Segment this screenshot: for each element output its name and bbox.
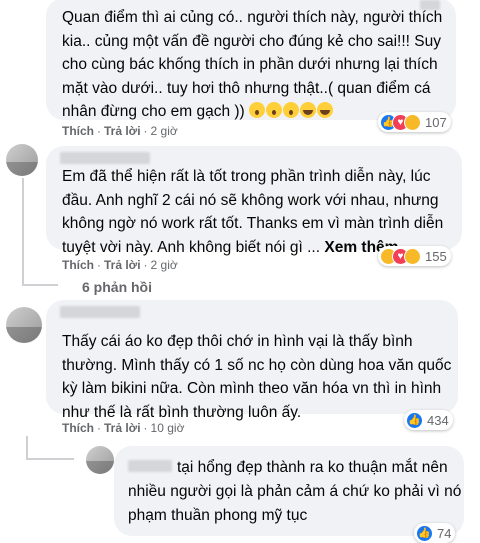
commenter-name-redacted (60, 306, 140, 318)
reaction-summary[interactable]: 👍 434 (404, 410, 453, 430)
like-action[interactable]: Thích (62, 124, 94, 138)
commenter-avatar[interactable] (86, 446, 114, 474)
comment-line: kia.. củng một vấn đề người cho đúng kẻ … (62, 32, 441, 50)
reply-line: phạm thuần phong mỹ tục (128, 506, 308, 524)
comment-text: Em đã thể hiện rất là tốt trong phần trì… (62, 165, 443, 259)
comment-text: Thấy cái áo ko đẹp thôi chớ in hình vại … (62, 330, 451, 424)
commenter-avatar[interactable] (6, 144, 38, 176)
reaction-summary[interactable]: 👍 ♥ 107 (378, 112, 451, 132)
reaction-count: 107 (425, 114, 447, 130)
like-action[interactable]: Thích (62, 258, 94, 272)
comment-timestamp[interactable]: 2 giờ (151, 124, 178, 138)
comment-timestamp[interactable]: 2 giờ (151, 258, 178, 272)
reaction-count: 74 (437, 525, 452, 541)
reply-line: nhiều người gọi là phản cảm á chứ ko phả… (128, 483, 462, 500)
comment-line: Em đã thể hiện rất là tốt trong phần trì… (62, 168, 431, 185)
astonished-emoji-icon (249, 102, 266, 118)
reaction-count: 434 (427, 412, 449, 428)
reaction-count: 155 (425, 248, 447, 264)
comment-actions: Thích · Trả lời · 2 giờ (62, 124, 178, 138)
reaction-summary[interactable]: ♥ 155 (378, 246, 451, 266)
comment-actions: Thích · Trả lời · 2 giờ (62, 258, 178, 272)
comment-text: Quan điểm thì ai củng có.. người thích n… (62, 6, 442, 124)
view-replies-link[interactable]: 6 phản hồi (82, 279, 152, 295)
comment-line: Thấy cái áo ko đẹp thôi chớ in hình vại … (62, 333, 413, 350)
comment-timestamp[interactable]: 10 giờ (151, 421, 185, 435)
comment-line: cho cùng bác khống thích in phần dưới nh… (62, 56, 438, 73)
reply-action[interactable]: Trả lời (104, 421, 141, 435)
comment-actions: Thích · Trả lời · 10 giờ (62, 421, 185, 435)
thread-connector (22, 178, 24, 286)
commenter-name-redacted (128, 460, 172, 472)
sad-reaction-icon (404, 247, 421, 265)
like-reaction-icon: 👍 (416, 524, 433, 542)
reaction-summary[interactable]: 👍 74 (414, 523, 456, 543)
commenter-name-redacted (60, 152, 150, 164)
reply-line: tại hổng đẹp thành ra ko thuận mắt nên (177, 459, 448, 476)
like-action[interactable]: Thích (62, 421, 94, 435)
laughing-emoji-icon (317, 102, 334, 118)
haha-reaction-icon (404, 113, 421, 131)
comment-line: không ngờ nó work rất tốt. Thanks em vì … (62, 215, 444, 232)
reply-action[interactable]: Trả lời (104, 124, 141, 138)
thread-connector (26, 458, 74, 460)
laughing-emoji-icon (300, 102, 317, 118)
comment-line: thường. Mình thấy có 1 số nc họ còn dùng… (62, 356, 452, 374)
reply-text: tại hổng đẹp thành ra ko thuận mắt nên (177, 456, 448, 480)
thread-connector (26, 436, 28, 460)
commenter-avatar[interactable] (6, 307, 42, 343)
comment-line: mặt vào dưới.. tuy hơi thô nhưng thật..(… (62, 79, 431, 97)
astonished-emoji-icon (283, 102, 300, 118)
thread-connector (22, 284, 58, 286)
comment-line: kỳ làm bikini nữa. Còn mình theo văn hóa… (62, 380, 442, 397)
like-reaction-icon: 👍 (406, 411, 423, 429)
astonished-emoji-icon (266, 102, 283, 118)
reply-action[interactable]: Trả lời (104, 258, 141, 272)
comment-line: Quan điểm thì ai củng có.. người thích n… (62, 9, 443, 26)
reply-text: nhiều người gọi là phản cảm á chứ ko phả… (128, 480, 461, 527)
comment-line: đầu. Anh nghĩ 2 cái nó sẽ không work với… (62, 191, 439, 209)
